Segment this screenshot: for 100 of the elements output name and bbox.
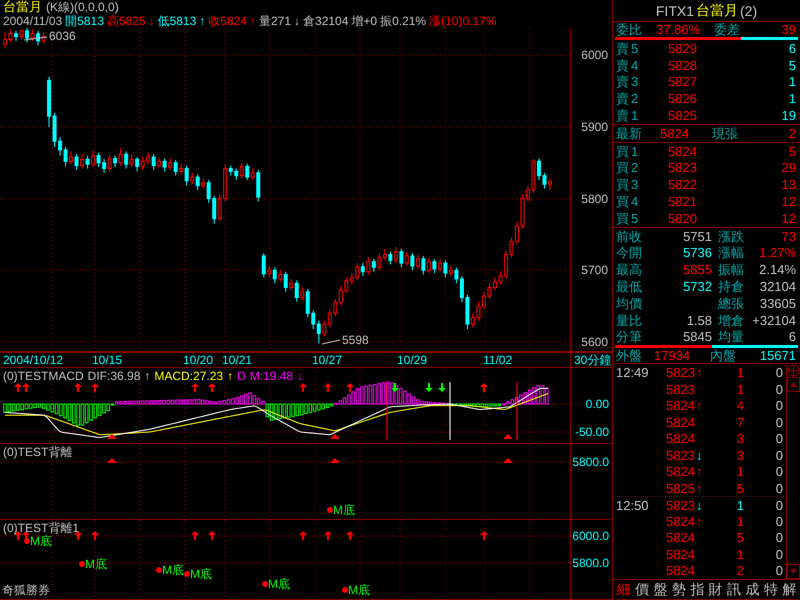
order-label: 賣4 [616,58,642,73]
last-volume: 2 [788,126,796,141]
view-tab[interactable]: 盤 [652,580,670,600]
tick-count: 0 [774,563,783,578]
stat-label: 漲幅 [717,245,745,260]
stat-label: 前收 [616,228,643,244]
view-tab[interactable]: 成 [744,580,762,600]
view-tab[interactable]: 財 [707,580,724,600]
tick-volume: 1 [736,365,744,380]
order-volume: 12 [780,194,796,210]
tick-count: 0 [774,546,783,562]
diff-value: 39 [780,22,796,37]
view-tab[interactable]: 特 [762,580,780,600]
quote-text: ↑ [250,14,256,28]
tick-volume: 4 [736,398,744,414]
stat-label: 均量 [717,329,745,344]
tick-arrow: ↓ [696,498,704,513]
low-price-label: 5598 [342,334,369,346]
last-volume-label: 現張 [712,126,739,141]
order-label: 賣3 [616,74,642,90]
order-price: 5825 [668,108,698,124]
order-label: 買2 [616,160,642,176]
order-price: 5821 [668,194,698,210]
tick-count: 0 [774,365,783,380]
order-price: 5822 [668,177,698,192]
last-label: 最新 [616,126,643,141]
view-tab[interactable]: 解 [780,580,798,600]
quote-text: 收5824 [208,14,247,28]
quote-text: 高5825 [106,14,146,28]
tick-volume: 7 [736,414,744,430]
stat-label: 今開 [616,245,643,260]
legend-text: M:19.48 [250,370,294,383]
axis-label: 5800.0 [572,456,609,468]
outer-volume: 17934 [654,348,692,364]
high-price-label: 6036 [49,30,76,42]
view-tab[interactable]: 勢 [670,580,688,600]
tick-count: 0 [774,480,783,496]
axis-label: 6000.0 [572,530,609,542]
tick-count: 0 [774,431,783,446]
stat-value: 33605 [758,296,796,311]
order-label: 買4 [616,194,642,210]
tick-arrow: ↓ [696,448,704,463]
axis-label: 5700 [581,264,608,276]
diff-label: 委差 [714,22,741,37]
tick-count: 0 [774,398,783,414]
order-price: 5829 [668,40,698,56]
view-tab[interactable]: 訊 [725,580,743,600]
quote-text: 量271 [258,14,292,28]
tick-volume: 5 [736,480,744,496]
tick-arrow: ↑ [696,514,704,529]
order-label: 賣5 [616,40,642,56]
ratio-value: 37.86% [656,22,702,37]
tick-price: 5823 [666,448,696,463]
tick-arrow: ↑ [696,464,704,480]
stat-value: 32104 [758,279,796,294]
outer-label: 外盤 [616,348,643,364]
quote-text: 開5813 [65,14,104,28]
stat-value: 5732 [682,279,712,294]
tick-count: 0 [774,414,783,430]
date-label: 2004/10/12 [3,354,64,366]
inner-label: 內盤 [709,348,737,364]
tick-price: 5824 [666,398,696,414]
axis-label: 5900 [581,120,608,133]
quote-text: 漲(10)0.17% [429,14,496,28]
tick-count: 0 [774,514,783,529]
stat-value: 2.14% [758,262,796,278]
tick-count: 0 [774,530,783,546]
view-tab[interactable]: 指 [688,580,706,600]
pattern-label: M底 [190,568,212,580]
order-price: 5827 [668,74,698,90]
chart-mode: (K線)(0,0,0,0) [46,0,119,14]
tick-volume: 1 [736,498,744,513]
axis-label: 5800 [581,192,608,205]
quote-text: ↑ [199,14,206,28]
order-price: 5826 [668,91,698,106]
axis-label: 5600 [581,336,608,348]
view-tab[interactable]: 價 [633,580,651,600]
order-label: 買1 [616,144,642,159]
tick-arrow: ↑ [696,398,704,414]
tick-price: 5824 [666,431,696,446]
order-label: 賣2 [616,91,642,106]
view-tab[interactable]: 細 [615,580,632,600]
date-label: 10/20 [183,354,214,366]
stat-label: 增倉 [717,312,745,328]
stat-value: 5736 [682,245,712,260]
legend-text: ↑ [144,370,150,383]
legend-text: MACD:27.23 [154,370,224,383]
stat-value: 6 [788,329,796,344]
tick-volume: 1 [736,546,744,562]
tick-price: 5824 [666,530,696,546]
stat-label: 量比 [616,312,643,328]
tick-count: 0 [774,464,783,480]
legend-text: D [237,370,246,383]
stat-label: 漲跌 [717,228,745,244]
tick-time: 12:50 [616,498,650,513]
legend-text: DIF:36.98 [88,370,140,383]
tick-arrow: ↑ [696,480,704,496]
symbol-code: FITX1 [656,2,694,18]
axis-label: -50.00 [574,426,609,438]
pattern-label: M底 [333,504,355,516]
